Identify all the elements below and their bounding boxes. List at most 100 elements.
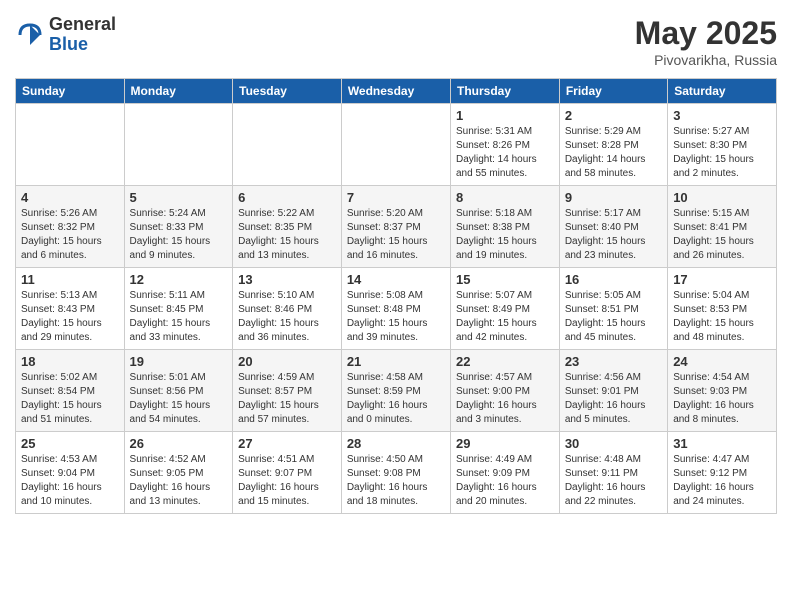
calendar-cell: 20 Sunrise: 4:59 AM Sunset: 8:57 PM Dayli… <box>233 350 342 432</box>
day-info: Sunrise: 5:01 AM Sunset: 8:56 PM Dayligh… <box>130 371 228 427</box>
calendar-cell: 26 Sunrise: 4:52 AM Sunset: 9:05 PM Dayli… <box>124 432 233 514</box>
day-number: 6 <box>238 190 336 205</box>
calendar-cell: 15Sunrise: 5:07 AM Sunset: 8:49 PM Dayli… <box>450 268 559 350</box>
calendar-cell: 21 Sunrise: 4:58 AM Sunset: 8:59 PM Dayli… <box>341 350 450 432</box>
calendar-cell <box>233 104 342 186</box>
day-info: Sunrise: 5:13 AM Sunset: 8:43 PM Dayligh… <box>21 289 119 345</box>
calendar-cell: 7 Sunrise: 5:20 AM Sunset: 8:37 PM Daylig… <box>341 186 450 268</box>
calendar-cell: 16 Sunrise: 5:05 AM Sunset: 8:51 PM Dayli… <box>559 268 667 350</box>
day-number: 30 <box>565 436 662 451</box>
calendar-cell <box>341 104 450 186</box>
day-number: 2 <box>565 108 662 123</box>
logo-general: General <box>49 15 116 35</box>
day-info: Sunrise: 4:58 AM Sunset: 8:59 PM Dayligh… <box>347 371 445 427</box>
calendar-cell: 22 Sunrise: 4:57 AM Sunset: 9:00 PM Dayli… <box>450 350 559 432</box>
day-info: Sunrise: 4:59 AM Sunset: 8:57 PM Dayligh… <box>238 371 336 427</box>
day-info: Sunrise: 5:20 AM Sunset: 8:37 PM Dayligh… <box>347 207 445 263</box>
day-info: Sunrise: 4:48 AM Sunset: 9:11 PM Dayligh… <box>565 453 662 509</box>
day-number: 24 <box>673 354 771 369</box>
day-number: 20 <box>238 354 336 369</box>
day-number: 10 <box>673 190 771 205</box>
weekday-header-friday: Friday <box>559 79 667 104</box>
day-info: Sunrise: 5:15 AM Sunset: 8:41 PM Dayligh… <box>673 207 771 263</box>
day-info: Sunrise: 5:31 AM Sunset: 8:26 PM Dayligh… <box>456 125 554 181</box>
day-number: 14 <box>347 272 445 287</box>
day-info: Sunrise: 4:47 AM Sunset: 9:12 PM Dayligh… <box>673 453 771 509</box>
day-info: Sunrise: 5:29 AM Sunset: 8:28 PM Dayligh… <box>565 125 662 181</box>
day-number: 8 <box>456 190 554 205</box>
day-info: Sunrise: 4:52 AM Sunset: 9:05 PM Dayligh… <box>130 453 228 509</box>
calendar-cell: 8 Sunrise: 5:18 AM Sunset: 8:38 PM Daylig… <box>450 186 559 268</box>
logo-blue: Blue <box>49 35 116 55</box>
day-number: 21 <box>347 354 445 369</box>
day-number: 28 <box>347 436 445 451</box>
calendar-cell: 31 Sunrise: 4:47 AM Sunset: 9:12 PM Dayli… <box>668 432 777 514</box>
calendar-cell: 3Sunrise: 5:27 AM Sunset: 8:30 PM Daylig… <box>668 104 777 186</box>
calendar-cell: 23 Sunrise: 4:56 AM Sunset: 9:01 PM Dayli… <box>559 350 667 432</box>
calendar-cell: 28 Sunrise: 4:50 AM Sunset: 9:08 PM Dayli… <box>341 432 450 514</box>
day-info: Sunrise: 4:53 AM Sunset: 9:04 PM Dayligh… <box>21 453 119 509</box>
day-number: 16 <box>565 272 662 287</box>
day-info: Sunrise: 5:17 AM Sunset: 8:40 PM Dayligh… <box>565 207 662 263</box>
calendar-cell: 4 Sunrise: 5:26 AM Sunset: 8:32 PM Daylig… <box>16 186 125 268</box>
day-number: 18 <box>21 354 119 369</box>
calendar-cell: 18 Sunrise: 5:02 AM Sunset: 8:54 PM Dayli… <box>16 350 125 432</box>
calendar-cell <box>124 104 233 186</box>
day-number: 26 <box>130 436 228 451</box>
calendar-cell: 25 Sunrise: 4:53 AM Sunset: 9:04 PM Dayli… <box>16 432 125 514</box>
day-number: 31 <box>673 436 771 451</box>
day-info: Sunrise: 5:02 AM Sunset: 8:54 PM Dayligh… <box>21 371 119 427</box>
day-info: Sunrise: 5:26 AM Sunset: 8:32 PM Dayligh… <box>21 207 119 263</box>
day-number: 25 <box>21 436 119 451</box>
day-info: Sunrise: 5:18 AM Sunset: 8:38 PM Dayligh… <box>456 207 554 263</box>
calendar-cell: 12 Sunrise: 5:11 AM Sunset: 8:45 PM Dayli… <box>124 268 233 350</box>
calendar-week-row: 11 Sunrise: 5:13 AM Sunset: 8:43 PM Dayli… <box>16 268 777 350</box>
weekday-header-wednesday: Wednesday <box>341 79 450 104</box>
weekday-header-monday: Monday <box>124 79 233 104</box>
day-number: 12 <box>130 272 228 287</box>
calendar-cell: 1 Sunrise: 5:31 AM Sunset: 8:26 PM Daylig… <box>450 104 559 186</box>
month-year-title: May 2025 <box>635 15 777 52</box>
day-info: Sunrise: 5:04 AM Sunset: 8:53 PM Dayligh… <box>673 289 771 345</box>
day-number: 29 <box>456 436 554 451</box>
calendar-week-row: 1 Sunrise: 5:31 AM Sunset: 8:26 PM Daylig… <box>16 104 777 186</box>
calendar-cell: 2 Sunrise: 5:29 AM Sunset: 8:28 PM Daylig… <box>559 104 667 186</box>
day-number: 27 <box>238 436 336 451</box>
calendar-cell <box>16 104 125 186</box>
logo-icon <box>15 20 45 50</box>
day-info: Sunrise: 5:05 AM Sunset: 8:51 PM Dayligh… <box>565 289 662 345</box>
calendar-cell: 9Sunrise: 5:17 AM Sunset: 8:40 PM Daylig… <box>559 186 667 268</box>
title-block: May 2025 Pivovarikha, Russia <box>635 15 777 68</box>
day-number: 5 <box>130 190 228 205</box>
weekday-header-sunday: Sunday <box>16 79 125 104</box>
day-info: Sunrise: 5:10 AM Sunset: 8:46 PM Dayligh… <box>238 289 336 345</box>
day-number: 19 <box>130 354 228 369</box>
calendar-cell: 27 Sunrise: 4:51 AM Sunset: 9:07 PM Dayli… <box>233 432 342 514</box>
day-number: 11 <box>21 272 119 287</box>
day-info: Sunrise: 4:56 AM Sunset: 9:01 PM Dayligh… <box>565 371 662 427</box>
calendar-cell: 13 Sunrise: 5:10 AM Sunset: 8:46 PM Dayli… <box>233 268 342 350</box>
calendar-cell: 11 Sunrise: 5:13 AM Sunset: 8:43 PM Dayli… <box>16 268 125 350</box>
day-number: 23 <box>565 354 662 369</box>
day-number: 22 <box>456 354 554 369</box>
day-info: Sunrise: 4:50 AM Sunset: 9:08 PM Dayligh… <box>347 453 445 509</box>
day-number: 13 <box>238 272 336 287</box>
day-info: Sunrise: 4:51 AM Sunset: 9:07 PM Dayligh… <box>238 453 336 509</box>
day-number: 4 <box>21 190 119 205</box>
calendar-table: SundayMondayTuesdayWednesdayThursdayFrid… <box>15 78 777 514</box>
day-number: 1 <box>456 108 554 123</box>
logo: General Blue <box>15 15 116 55</box>
calendar-week-row: 4 Sunrise: 5:26 AM Sunset: 8:32 PM Daylig… <box>16 186 777 268</box>
weekday-header-thursday: Thursday <box>450 79 559 104</box>
calendar-cell: 5 Sunrise: 5:24 AM Sunset: 8:33 PM Daylig… <box>124 186 233 268</box>
day-info: Sunrise: 5:27 AM Sunset: 8:30 PM Dayligh… <box>673 125 771 181</box>
weekday-header-saturday: Saturday <box>668 79 777 104</box>
day-number: 17 <box>673 272 771 287</box>
day-info: Sunrise: 5:07 AM Sunset: 8:49 PM Dayligh… <box>456 289 554 345</box>
day-number: 7 <box>347 190 445 205</box>
logo-text: General Blue <box>49 15 116 55</box>
day-info: Sunrise: 4:57 AM Sunset: 9:00 PM Dayligh… <box>456 371 554 427</box>
day-info: Sunrise: 4:54 AM Sunset: 9:03 PM Dayligh… <box>673 371 771 427</box>
day-info: Sunrise: 5:11 AM Sunset: 8:45 PM Dayligh… <box>130 289 228 345</box>
day-info: Sunrise: 5:24 AM Sunset: 8:33 PM Dayligh… <box>130 207 228 263</box>
